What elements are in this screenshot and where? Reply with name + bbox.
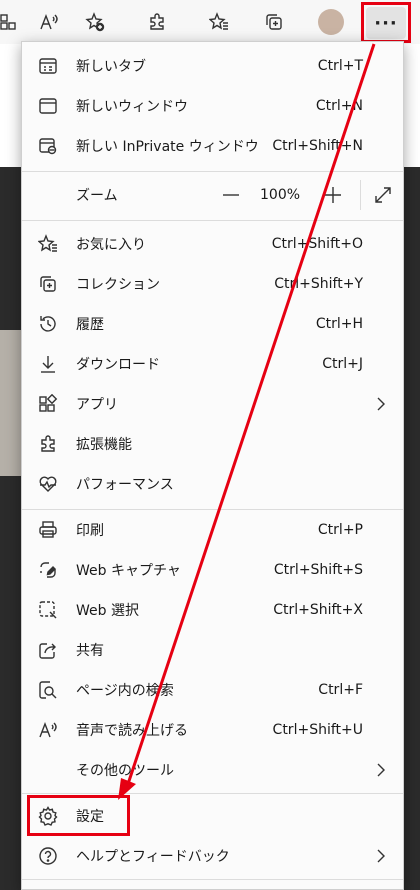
shortcut-text: Ctrl+P — [317, 522, 363, 538]
menu-item-label: 拡張機能 — [76, 437, 132, 453]
menu-item-new-window[interactable]: 新しいウィンドウ Ctrl+N — [22, 87, 403, 125]
new-tab-icon — [38, 56, 58, 76]
shortcut-text: Ctrl+N — [315, 98, 363, 114]
highlight-box-settings — [27, 795, 130, 836]
shortcut-text: Ctrl+Shift+S — [273, 562, 363, 578]
menu-item-find-on-page[interactable]: ページ内の検索 Ctrl+F — [22, 671, 403, 709]
help-icon — [38, 846, 58, 866]
menu-divider — [22, 171, 403, 172]
menu-item-read-aloud[interactable]: 音声で読み上げる Ctrl+Shift+U — [22, 711, 403, 749]
app-grid-icon[interactable] — [0, 7, 24, 37]
shortcut-text: Ctrl+Shift+U — [272, 722, 363, 738]
menu-item-label: Web キャプチャ — [76, 563, 181, 579]
browser-toolbar: ··· — [0, 0, 420, 45]
menu-item-label: その他のツール — [76, 763, 174, 779]
performance-icon — [38, 474, 58, 494]
menu-item-label: 共有 — [76, 643, 104, 659]
menu-item-new-tab[interactable]: 新しいタブ Ctrl+T — [22, 47, 403, 85]
fullscreen-icon[interactable] — [373, 185, 393, 205]
print-icon — [38, 520, 58, 540]
shortcut-text: Ctrl+T — [317, 58, 363, 74]
shortcut-text: Ctrl+Shift+N — [272, 138, 363, 154]
menu-divider — [22, 879, 403, 880]
favorites-icon[interactable] — [204, 7, 234, 37]
extensions-icon — [38, 434, 58, 454]
shortcut-text: Ctrl+F — [318, 682, 363, 698]
menu-item-label: 新しい InPrivate ウィンドウ — [76, 139, 259, 155]
menu-item-web-capture[interactable]: Web キャプチャ Ctrl+Shift+S — [22, 551, 403, 589]
highlight-box-more — [361, 2, 411, 43]
download-icon — [38, 354, 58, 374]
menu-item-label: ダウンロード — [76, 357, 160, 373]
web-capture-icon — [38, 560, 58, 580]
menu-item-label: お気に入り — [76, 237, 146, 253]
new-window-icon — [38, 96, 58, 116]
settings-menu: 新しいタブ Ctrl+T 新しいウィンドウ Ctrl+N 新しい InPriva… — [21, 41, 404, 890]
menu-divider — [22, 509, 403, 510]
menu-item-print[interactable]: 印刷 Ctrl+P — [22, 511, 403, 549]
read-aloud-icon — [38, 720, 58, 740]
menu-item-label: コレクション — [76, 277, 160, 293]
shortcut-text: Ctrl+H — [315, 316, 363, 332]
menu-item-label: ページ内の検索 — [76, 683, 174, 699]
zoom-separator — [360, 180, 361, 210]
shortcut-text: Ctrl+Shift+X — [273, 602, 363, 618]
chevron-right-icon — [373, 396, 389, 412]
menu-item-more-tools[interactable]: その他のツール — [22, 751, 403, 789]
menu-item-label: 音声で読み上げる — [76, 723, 188, 739]
chevron-right-icon — [373, 762, 389, 778]
menu-item-performance[interactable]: パフォーマンス — [22, 465, 403, 503]
menu-item-favorites[interactable]: お気に入り Ctrl+Shift+O — [22, 225, 403, 263]
menu-item-label: アプリ — [76, 397, 118, 413]
menu-item-label: ヘルプとフィードバック — [76, 849, 230, 865]
menu-item-label: 新しいウィンドウ — [76, 99, 188, 115]
shortcut-text: Ctrl+Shift+O — [271, 236, 363, 252]
menu-item-zoom: ズーム 100% — [22, 176, 403, 214]
shortcut-text: Ctrl+Shift+Y — [274, 276, 363, 292]
zoom-value: 100% — [260, 187, 301, 203]
menu-item-label: 新しいタブ — [76, 59, 146, 75]
web-select-icon — [38, 600, 58, 620]
menu-item-history[interactable]: 履歴 Ctrl+H — [22, 305, 403, 343]
share-icon — [38, 640, 58, 660]
menu-item-label: 履歴 — [76, 317, 104, 333]
menu-item-label: 印刷 — [76, 523, 104, 539]
menu-item-apps[interactable]: アプリ — [22, 385, 403, 423]
read-aloud-icon[interactable] — [34, 7, 64, 37]
plus-icon — [325, 187, 341, 203]
inprivate-window-icon — [38, 136, 58, 156]
collections-icon — [38, 274, 58, 294]
collections-icon[interactable] — [259, 7, 289, 37]
menu-item-help-feedback[interactable]: ヘルプとフィードバック — [22, 837, 403, 875]
menu-item-downloads[interactable]: ダウンロード Ctrl+J — [22, 345, 403, 383]
chevron-right-icon — [373, 848, 389, 864]
menu-item-label: Web 選択 — [76, 603, 139, 619]
menu-divider — [22, 220, 403, 221]
minus-icon — [223, 194, 239, 196]
menu-item-extensions[interactable]: 拡張機能 — [22, 425, 403, 463]
find-on-page-icon — [38, 680, 58, 700]
menu-item-share[interactable]: 共有 — [22, 631, 403, 669]
extensions-icon[interactable] — [142, 7, 172, 37]
profile-avatar[interactable] — [318, 9, 344, 35]
favorites-icon — [37, 234, 58, 254]
zoom-out-button[interactable] — [218, 176, 244, 214]
history-icon — [38, 314, 58, 334]
menu-divider — [22, 793, 403, 794]
zoom-in-button[interactable] — [320, 176, 346, 214]
apps-icon — [38, 393, 58, 414]
menu-item-collections[interactable]: コレクション Ctrl+Shift+Y — [22, 265, 403, 303]
shortcut-text: Ctrl+J — [322, 356, 363, 372]
menu-item-label: パフォーマンス — [76, 477, 174, 493]
menu-item-web-select[interactable]: Web 選択 Ctrl+Shift+X — [22, 591, 403, 629]
add-favorite-icon[interactable] — [80, 7, 110, 37]
zoom-label: ズーム — [76, 188, 118, 204]
menu-item-inprivate-window[interactable]: 新しい InPrivate ウィンドウ Ctrl+Shift+N — [22, 127, 403, 165]
